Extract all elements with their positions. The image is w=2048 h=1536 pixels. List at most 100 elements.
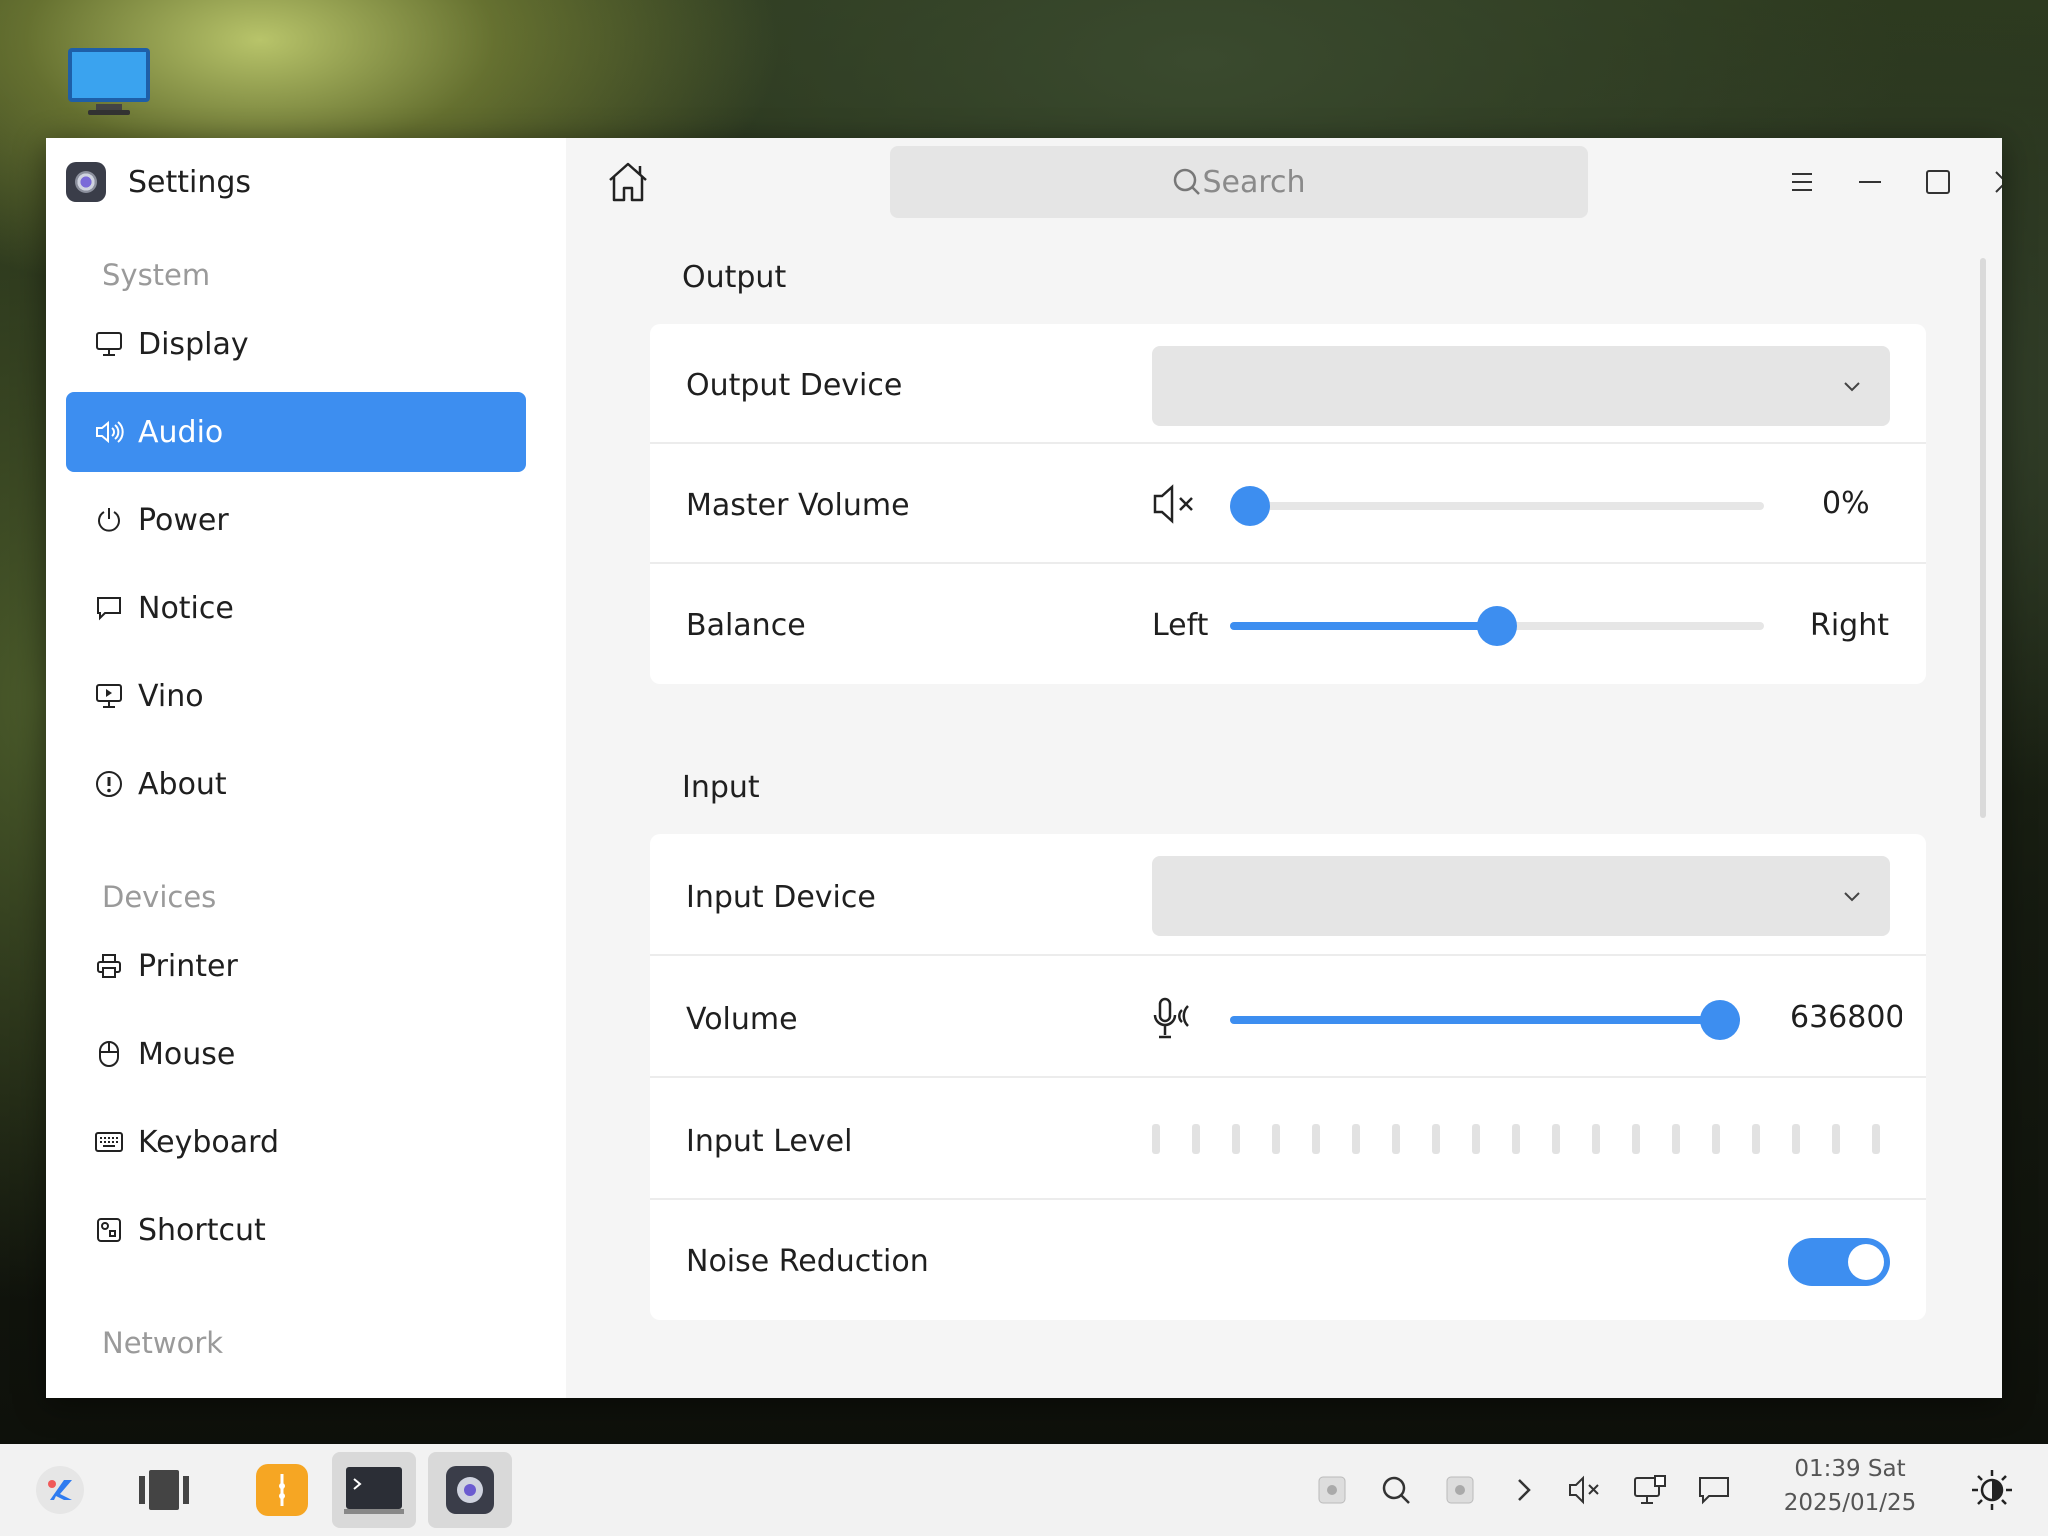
- minimize-icon: [1859, 181, 1881, 183]
- info-icon: [94, 769, 124, 799]
- power-icon: [94, 505, 124, 535]
- remote-desktop-icon: [94, 681, 124, 711]
- app-header: Settings: [66, 162, 251, 202]
- sidebar-item-label: Mouse: [138, 1036, 236, 1072]
- home-icon: [609, 162, 647, 202]
- balance-slider[interactable]: [1230, 606, 1764, 646]
- scrollbar[interactable]: [1980, 258, 1986, 818]
- network-wired-icon: [1634, 1475, 1666, 1504]
- sidebar-item-shortcut[interactable]: Shortcut: [66, 1190, 526, 1270]
- sidebar-item-label: Power: [138, 502, 229, 538]
- input-device-row: Input Device: [650, 834, 1926, 956]
- tray-volume-button[interactable]: [1566, 1470, 1606, 1510]
- speaker-icon: [94, 417, 124, 447]
- microphone-icon[interactable]: [1152, 996, 1200, 1044]
- slider-knob[interactable]: [1230, 486, 1270, 526]
- home-button[interactable]: [604, 158, 652, 206]
- main-panel: Search Output Output Device Master Volum…: [566, 138, 2002, 1398]
- settings-app-icon: [66, 162, 106, 202]
- slider-knob[interactable]: [1477, 606, 1517, 646]
- input-device-dropdown[interactable]: [1152, 856, 1890, 936]
- input-level-label: Input Level: [686, 1124, 853, 1159]
- keyboard-icon: [94, 1127, 124, 1157]
- desktop-computer-icon[interactable]: [66, 46, 152, 118]
- group-label-system: System: [102, 258, 211, 292]
- maximize-button[interactable]: [1916, 160, 1960, 204]
- multitask-view-icon: [139, 1470, 189, 1510]
- theme-toggle-button[interactable]: [1970, 1468, 2014, 1512]
- chevron-right-icon: [1518, 1479, 1531, 1501]
- menu-button[interactable]: [1780, 160, 1824, 204]
- input-level-meter: [1152, 1124, 1880, 1154]
- chat-bubble-icon: [1699, 1477, 1729, 1505]
- output-device-row: Output Device: [650, 324, 1926, 444]
- input-card: Input Device Volume 636800% Input Level: [650, 834, 1926, 1320]
- search-icon: [1174, 168, 1201, 195]
- clock-time: 01:39 Sat: [1794, 1456, 1906, 1482]
- sidebar-item-label: Keyboard: [138, 1124, 280, 1160]
- search-input[interactable]: Search: [890, 146, 1588, 218]
- start-menu-button[interactable]: [18, 1452, 102, 1528]
- sidebar-item-notice[interactable]: Notice: [66, 568, 526, 648]
- sidebar-item-about[interactable]: About: [66, 744, 526, 824]
- sidebar-item-label: Notice: [138, 590, 234, 626]
- sidebar-item-audio[interactable]: Audio: [66, 392, 526, 472]
- sidebar-item-vino[interactable]: Vino: [66, 656, 526, 736]
- noise-reduction-row: Noise Reduction: [650, 1200, 1926, 1320]
- sidebar-item-display[interactable]: Display: [66, 304, 526, 384]
- close-button[interactable]: [1984, 160, 2002, 204]
- taskbar-app-files[interactable]: [240, 1452, 324, 1528]
- taskbar: 01:39 Sat 2025/01/25: [0, 1444, 2048, 1536]
- taskbar-app-settings[interactable]: [428, 1452, 512, 1528]
- sidebar-item-label: Display: [138, 326, 249, 362]
- search-icon: [1382, 1476, 1410, 1504]
- close-icon: [1995, 171, 2002, 193]
- taskbar-app-terminal[interactable]: [332, 1452, 416, 1528]
- sidebar-item-label: Audio: [138, 414, 224, 450]
- minimize-button[interactable]: [1848, 160, 1892, 204]
- tray-expand-button[interactable]: [1504, 1470, 1544, 1510]
- output-device-label: Output Device: [686, 368, 903, 403]
- chevron-down-icon: [1844, 892, 1860, 902]
- section-title-input: Input: [682, 770, 760, 805]
- input-volume-slider[interactable]: [1230, 1000, 1740, 1040]
- tray-search-button[interactable]: [1376, 1470, 1416, 1510]
- clock-date: 2025/01/25: [1783, 1490, 1917, 1516]
- speaker-muted-icon[interactable]: [1152, 482, 1200, 530]
- sidebar-item-power[interactable]: Power: [66, 480, 526, 560]
- noise-reduction-label: Noise Reduction: [686, 1244, 929, 1279]
- taskbar-clock[interactable]: 01:39 Sat 2025/01/25: [1770, 1452, 1930, 1520]
- sidebar-item-mouse[interactable]: Mouse: [66, 1014, 526, 1094]
- balance-label: Balance: [686, 608, 806, 643]
- tray-app-icon-1[interactable]: [1312, 1470, 1352, 1510]
- slider-fill: [1230, 622, 1497, 630]
- chevron-down-icon: [1844, 382, 1860, 392]
- master-volume-row: Master Volume 0%: [650, 444, 1926, 564]
- sidebar-item-label: Shortcut: [138, 1212, 266, 1248]
- input-volume-label: Volume: [686, 1002, 798, 1037]
- tray-network-button[interactable]: [1630, 1470, 1670, 1510]
- tray-app-icon-2[interactable]: [1440, 1470, 1480, 1510]
- maximize-icon: [1926, 170, 1950, 194]
- input-volume-row: Volume 636800%: [650, 956, 1926, 1078]
- sidebar-item-label: Vino: [138, 678, 204, 714]
- brightness-icon: [1972, 1470, 2012, 1510]
- sidebar-item-printer[interactable]: Printer: [66, 926, 526, 1006]
- master-volume-slider[interactable]: [1230, 486, 1764, 526]
- mouse-icon: [94, 1039, 124, 1069]
- chat-bubble-icon: [94, 593, 124, 623]
- sidebar-item-label: Printer: [138, 948, 238, 984]
- settings-window: Settings System Display Audio Power Noti…: [46, 138, 2002, 1398]
- tray-notification-button[interactable]: [1694, 1470, 1734, 1510]
- sidebar-item-keyboard[interactable]: Keyboard: [66, 1102, 526, 1182]
- monitor-icon: [94, 329, 124, 359]
- balance-left-label: Left: [1152, 608, 1209, 643]
- noise-reduction-toggle[interactable]: [1788, 1238, 1890, 1286]
- multitask-view-button[interactable]: [122, 1452, 206, 1528]
- balance-right-label: Right: [1810, 608, 1889, 643]
- output-device-dropdown[interactable]: [1152, 346, 1890, 426]
- volume-muted-icon: [1569, 1475, 1599, 1505]
- slider-knob[interactable]: [1700, 1000, 1740, 1040]
- settings-gear-icon: [446, 1466, 494, 1514]
- output-card: Output Device Master Volume 0% Balance L…: [650, 324, 1926, 684]
